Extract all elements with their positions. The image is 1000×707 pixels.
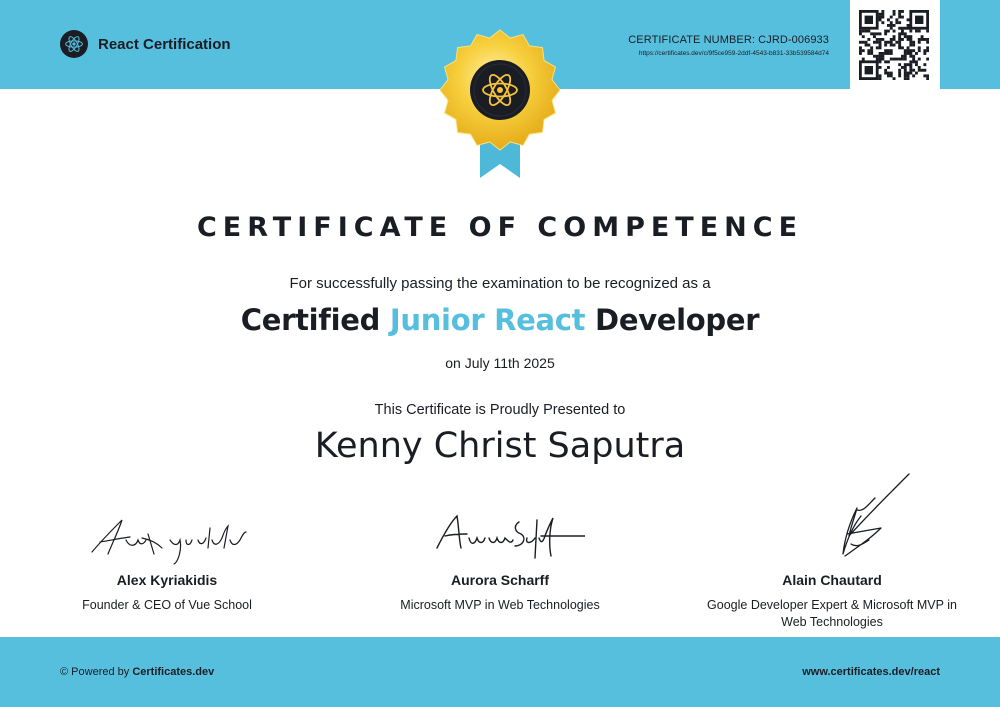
recipient-name: Kenny Christ Saputra xyxy=(314,426,686,466)
signer-name: Alain Chautard xyxy=(782,572,882,588)
powered-prefix: Powered by xyxy=(71,666,130,678)
signer-block-1: Alex Kyriakidis Founder & CEO of Vue Sch… xyxy=(37,510,297,614)
role-highlight: Junior React xyxy=(389,303,586,337)
react-atom-icon xyxy=(60,30,88,58)
signature-image-3 xyxy=(842,473,910,557)
signer-block-2: Aurora Scharff Microsoft MVP in Web Tech… xyxy=(370,510,630,614)
powered-by[interactable]: © Powered by Certificates.dev xyxy=(60,666,214,678)
certificate-subtitle: For successfully passing the examination… xyxy=(289,275,711,292)
certificate-title: CERTIFICATE OF COMPETENCE xyxy=(196,212,804,243)
signer-role: Google Developer Expert & Microsoft MVP … xyxy=(707,598,957,629)
qr-code[interactable] xyxy=(850,0,940,89)
brand[interactable]: React Certification xyxy=(60,30,231,58)
certificate-number: CERTIFICATE NUMBER: CJRD-006933 xyxy=(628,34,829,46)
signature-image-2 xyxy=(436,514,585,559)
brand-name: React Certification xyxy=(98,35,231,53)
signer-name: Aurora Scharff xyxy=(450,572,550,588)
signer-block-3: Alain Chautard Google Developer Expert &… xyxy=(702,470,962,631)
powered-brand: Certificates.dev xyxy=(132,666,215,678)
copyright-icon: © xyxy=(60,666,69,678)
gold-rosette-badge-icon xyxy=(439,29,561,178)
signer-name: Alex Kyriakidis xyxy=(116,572,218,588)
role-suffix: Developer xyxy=(595,303,760,337)
qr-code-icon xyxy=(859,10,929,80)
verify-url[interactable]: https://certificates.dev/c/9f5ce959-2ddf… xyxy=(628,50,829,57)
signature-image-1 xyxy=(91,519,247,565)
role-prefix: Certified xyxy=(240,303,381,337)
presented-to-label: This Certificate is Proudly Presented to xyxy=(374,402,626,418)
signer-role: Microsoft MVP in Web Technologies xyxy=(400,598,600,612)
footer-bar: © Powered by Certificates.dev www.certif… xyxy=(0,637,1000,707)
certification-role: Certified Junior React Developer xyxy=(0,303,1000,337)
certificate-meta: CERTIFICATE NUMBER: CJRD-006933 https://… xyxy=(628,34,829,57)
website-link[interactable]: www.certificates.dev/react xyxy=(802,666,940,678)
certification-date: on July 11th 2025 xyxy=(445,355,555,371)
signer-role: Founder & CEO of Vue School xyxy=(82,598,252,612)
